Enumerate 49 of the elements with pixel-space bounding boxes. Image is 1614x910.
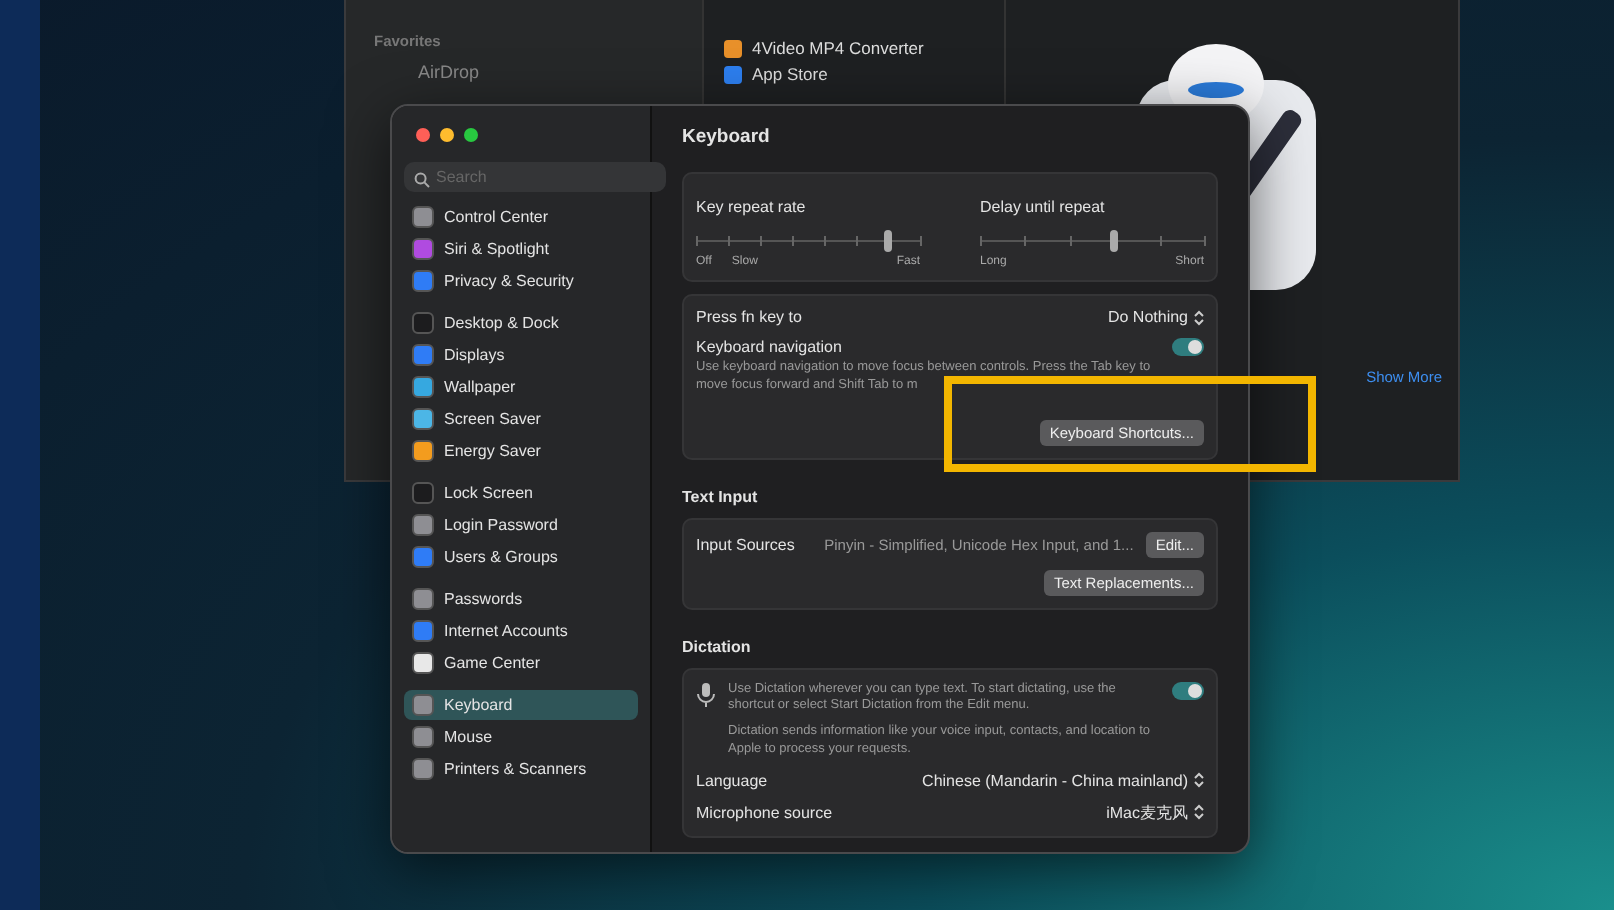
sidebar-item[interactable]: Screen Saver bbox=[404, 404, 638, 434]
slider-label: Key repeat rate bbox=[696, 198, 806, 216]
row-label: Keyboard navigation bbox=[696, 338, 842, 356]
popup-button[interactable]: Do Nothing bbox=[1107, 308, 1204, 326]
sidebar-item[interactable]: Control Center bbox=[404, 202, 638, 232]
sidebar-item[interactable]: Users & Groups bbox=[404, 542, 638, 572]
sidebar-item[interactable]: Displays bbox=[404, 340, 638, 370]
zoom-button[interactable] bbox=[464, 128, 478, 142]
file-name: App Store bbox=[752, 64, 828, 84]
microphone-icon bbox=[696, 681, 716, 708]
close-button[interactable] bbox=[416, 128, 430, 142]
row-label: Press fn key to bbox=[696, 308, 802, 326]
minimize-button[interactable] bbox=[440, 128, 454, 142]
toggle-switch[interactable] bbox=[1172, 681, 1204, 700]
sidebar-item[interactable]: AirDrop bbox=[362, 62, 686, 82]
sidebar-item[interactable]: Game Center bbox=[404, 648, 638, 678]
slider-thumb[interactable] bbox=[1110, 230, 1119, 252]
sidebar-item[interactable]: Siri & Spotlight bbox=[404, 234, 638, 264]
file-row[interactable]: 4Video MP4 Converter bbox=[712, 36, 996, 60]
slider-track[interactable] bbox=[696, 234, 920, 250]
sidebar-item[interactable]: Desktop & Dock bbox=[404, 308, 638, 338]
page-title: Keyboard bbox=[682, 126, 772, 148]
slider-label: Delay until repeat bbox=[980, 198, 1105, 216]
stepper-icon bbox=[1194, 309, 1204, 325]
row-label: Microphone source bbox=[696, 803, 833, 822]
sidebar-item[interactable]: Login Password bbox=[404, 510, 638, 540]
search-icon bbox=[414, 172, 430, 188]
stepper-icon bbox=[1194, 772, 1204, 789]
sidebar-item[interactable]: Wallpaper bbox=[404, 372, 638, 402]
section-heading: Text Input bbox=[682, 487, 760, 506]
sidebar-item[interactable]: Printers & Scanners bbox=[404, 754, 638, 784]
row-label: Input Sources bbox=[696, 535, 795, 554]
stepper-icon bbox=[1194, 804, 1204, 821]
section-heading: Dictation bbox=[682, 637, 753, 656]
sidebar-item[interactable]: Mouse bbox=[404, 722, 638, 752]
slider-track[interactable] bbox=[980, 234, 1204, 250]
sidebar-item[interactable]: Internet Accounts bbox=[404, 616, 638, 646]
popup-button[interactable]: Chinese (Mandarin - China mainland) bbox=[922, 771, 1204, 790]
sidebar-item[interactable]: Energy Saver bbox=[404, 436, 638, 466]
sidebar-item[interactable]: Privacy & Security bbox=[404, 266, 638, 296]
sidebar-item[interactable]: Lock Screen bbox=[404, 478, 638, 508]
slider-thumb[interactable] bbox=[884, 230, 893, 252]
row-label: Language bbox=[696, 771, 768, 790]
popup-button[interactable]: iMac麦克风 bbox=[1106, 801, 1204, 824]
file-name: 4Video MP4 Converter bbox=[752, 38, 924, 58]
file-row[interactable]: App Store bbox=[712, 62, 996, 86]
sidebar-item[interactable]: Passwords bbox=[404, 584, 638, 614]
sidebar-item[interactable]: Keyboard bbox=[404, 690, 638, 720]
toggle-switch[interactable] bbox=[1172, 338, 1204, 356]
